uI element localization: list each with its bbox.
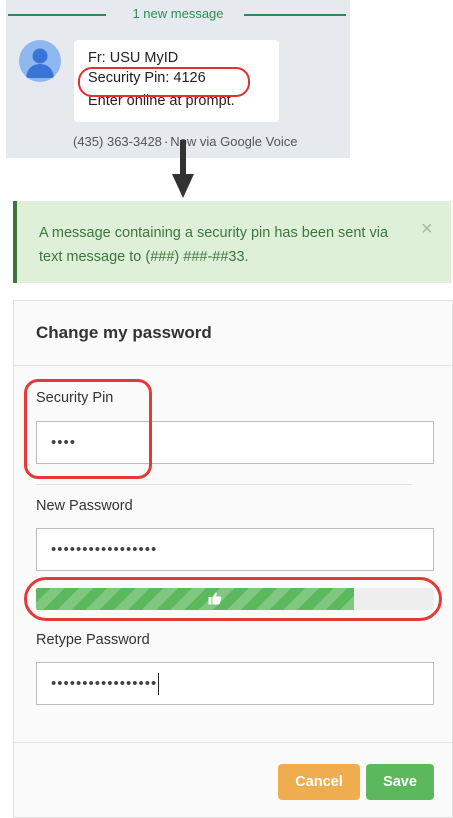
sender-phone: (435) 363-3428 [73,134,162,149]
alert-message: A message containing a security pin has … [39,225,389,265]
panel-title: Change my password [36,323,212,342]
retype-password-input[interactable]: ••••••••••••••••• [36,662,434,705]
strength-highlight-box [24,577,442,621]
sms-header: 1 new message [6,4,350,22]
new-password-input[interactable]: ••••••••••••••••• [36,528,434,571]
save-button[interactable]: Save [366,764,434,800]
new-password-label: New Password [36,498,133,514]
person-icon [26,48,54,78]
pin-highlight-box [24,379,152,479]
pin-highlight-circle [78,67,250,97]
retype-password-value: ••••••••••••••••• [51,675,158,692]
divider [14,742,452,743]
success-alert: A message containing a security pin has … [13,201,451,283]
change-password-panel: Change my password Security Pin •••• New… [13,300,453,818]
message-line: Fr: USU MyID [88,50,179,66]
avatar [19,40,61,82]
divider [244,14,346,16]
sms-notification: 1 new message Fr: USU MyID Security Pin:… [6,0,350,158]
text-caret [158,673,160,696]
cancel-button[interactable]: Cancel [278,764,360,800]
retype-password-label: Retype Password [36,632,150,648]
down-arrow-icon [172,140,194,198]
close-icon[interactable]: × [421,218,433,241]
divider [14,365,452,366]
divider [36,484,412,485]
